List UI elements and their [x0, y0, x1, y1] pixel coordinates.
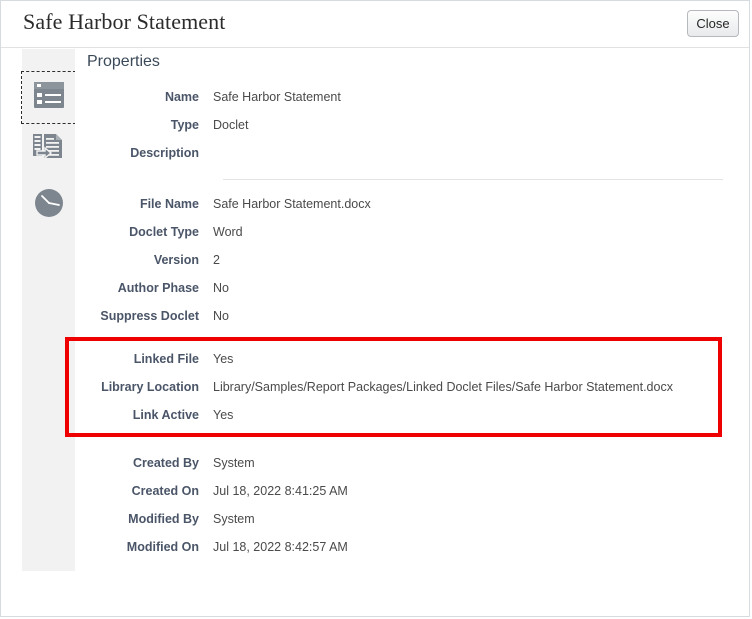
history-clock-icon	[34, 188, 64, 223]
field-row: Link Active Yes	[75, 401, 749, 429]
field-value: Safe Harbor Statement.docx	[213, 197, 371, 211]
field-group-audit: Created By System Created On Jul 18, 202…	[75, 449, 749, 561]
properties-form: Name Safe Harbor Statement Type Doclet D…	[65, 83, 749, 561]
sidebar-item-history[interactable]	[22, 180, 75, 231]
field-value: No	[213, 281, 229, 295]
field-label: Description	[130, 146, 199, 160]
field-row: Created On Jul 18, 2022 8:41:25 AM	[75, 477, 749, 505]
field-value: Yes	[213, 408, 234, 422]
variables-icon	[32, 134, 65, 169]
field-label: Name	[164, 90, 199, 104]
field-row: Suppress Doclet No	[75, 302, 749, 330]
field-value: System	[213, 456, 255, 470]
close-button[interactable]: Close	[687, 10, 739, 37]
field-label: Link Active	[132, 408, 199, 422]
field-label: File Name	[139, 197, 199, 211]
field-value: Yes	[213, 352, 234, 366]
field-value: Jul 18, 2022 8:42:57 AM	[213, 540, 348, 554]
dialog-header: Safe Harbor Statement Close	[1, 1, 749, 48]
field-group-link: Linked File Yes Library Location Library…	[65, 337, 749, 437]
field-row: File Name Safe Harbor Statement.docx	[75, 190, 749, 218]
field-label: Created By	[133, 456, 199, 470]
sidebar-rail	[21, 49, 76, 571]
field-row: Modified By System	[75, 505, 749, 533]
field-value: System	[213, 512, 255, 526]
field-label: Modified By	[128, 512, 199, 526]
field-value: Doclet	[213, 118, 249, 132]
field-value: Word	[213, 225, 243, 239]
field-group-identity: Name Safe Harbor Statement Type Doclet D…	[75, 83, 749, 167]
field-group-file: File Name Safe Harbor Statement.docx Doc…	[75, 190, 749, 330]
field-row: Linked File Yes	[75, 345, 749, 373]
field-value: No	[213, 309, 229, 323]
sidebar-item-properties[interactable]	[21, 71, 76, 124]
field-value: Library/Samples/Report Packages/Linked D…	[213, 380, 673, 394]
field-row: Modified On Jul 18, 2022 8:42:57 AM	[75, 533, 749, 561]
sidebar-item-variables[interactable]	[22, 126, 75, 177]
field-row: Description	[75, 139, 749, 167]
field-row: Doclet Type Word	[75, 218, 749, 246]
field-row: Version 2	[75, 246, 749, 274]
field-row: Author Phase No	[75, 274, 749, 302]
field-label: Suppress Doclet	[100, 309, 199, 323]
field-label: Version	[153, 253, 199, 267]
field-row: Created By System	[75, 449, 749, 477]
field-label: Author Phase	[117, 281, 199, 295]
properties-dialog: Safe Harbor Statement Close Properties N…	[0, 0, 750, 617]
field-row: Name Safe Harbor Statement	[75, 83, 749, 111]
field-value: 2	[213, 253, 220, 267]
field-label: Type	[170, 118, 199, 132]
properties-icon	[33, 82, 64, 113]
field-row: Library Location Library/Samples/Report …	[75, 373, 749, 401]
field-label: Library Location	[101, 380, 199, 394]
field-value: Jul 18, 2022 8:41:25 AM	[213, 484, 348, 498]
field-label: Created On	[131, 484, 199, 498]
field-value: Safe Harbor Statement	[213, 90, 341, 104]
field-label: Modified On	[126, 540, 199, 554]
field-row: Type Doclet	[75, 111, 749, 139]
field-label: Doclet Type	[129, 225, 199, 239]
properties-panel: Properties Name Safe Harbor Statement Ty…	[65, 49, 749, 616]
section-title: Properties	[87, 53, 160, 70]
field-label: Linked File	[133, 352, 199, 366]
page-title: Safe Harbor Statement	[23, 9, 226, 34]
